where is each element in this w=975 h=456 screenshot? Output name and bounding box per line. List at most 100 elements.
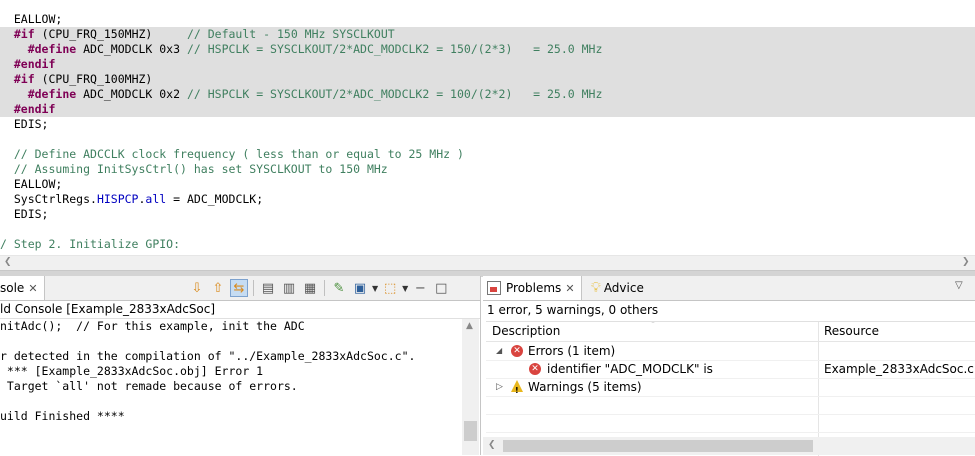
- tab-console[interactable]: sole ✕: [0, 276, 45, 300]
- display-selected-console-icon[interactable]: ▣: [351, 279, 369, 297]
- column-header-description[interactable]: Description: [492, 322, 560, 341]
- code-token: #if: [13, 27, 35, 41]
- show-console-icon[interactable]: ▤: [259, 279, 277, 297]
- problems-tab-bar: Problems ✕ 💡︎ Advice ▽: [483, 276, 975, 301]
- code-line[interactable]: EDIS;: [0, 117, 975, 132]
- code-token: #define: [27, 87, 77, 101]
- code-line[interactable]: / Step 2. Initialize GPIO:: [0, 237, 975, 252]
- column-header-resource[interactable]: Resource: [824, 322, 879, 341]
- code-token: ADC_MODCLK 0x2: [76, 87, 187, 101]
- next-arrow-down-icon[interactable]: ⇩: [188, 279, 206, 297]
- table-row-empty: [486, 414, 975, 433]
- code-token: EALLOW;: [0, 12, 63, 26]
- code-token: HISPCP: [96, 192, 139, 206]
- open-console-icon[interactable]: ⬚: [381, 279, 399, 297]
- expand-down-icon[interactable]: ◢: [496, 342, 502, 360]
- code-token: ADC_MODCLK 0x3: [76, 42, 187, 56]
- problems-summary: 1 error, 5 warnings, 0 others: [487, 303, 659, 317]
- code-line[interactable]: [0, 132, 975, 147]
- code-token: EALLOW;: [0, 177, 63, 191]
- code-token: #if: [13, 72, 35, 86]
- table-row-error-item[interactable]: ✕ identifier "ADC_MODCLK" is Example_283…: [486, 360, 975, 379]
- console-tab-bar: sole ✕ ⇩ ⇧ ⇆ ▤ ▥ ▦ ✎ ▣ ▼ ⬚ ▼ − □: [0, 276, 480, 301]
- console-vertical-scrollbar[interactable]: ▲: [462, 319, 479, 455]
- code-line[interactable]: [0, 222, 975, 237]
- code-line[interactable]: // Assuming InitSysCtrl() has set SYSCLK…: [0, 162, 975, 177]
- close-icon[interactable]: ✕: [28, 282, 37, 295]
- code-line[interactable]: #if (CPU_FRQ_150MHZ) // Default - 150 MH…: [0, 27, 975, 42]
- console-toolbar: ⇩ ⇧ ⇆ ▤ ▥ ▦ ✎ ▣ ▼ ⬚ ▼ − □: [188, 279, 450, 297]
- code-token: (CPU_FRQ_150MHZ): [34, 27, 187, 41]
- problems-horizontal-scrollbar[interactable]: ❮: [483, 437, 975, 455]
- code-token: = ADC_MODCLK;: [166, 192, 264, 206]
- table-header: Description ˄ Resource: [486, 322, 975, 342]
- lightbulb-icon: 💡︎: [591, 280, 601, 296]
- expand-right-icon[interactable]: ▷: [496, 378, 503, 396]
- copy-build-log-icon[interactable]: ▥: [280, 279, 298, 297]
- warnings-group-label: Warnings (5 items): [528, 380, 642, 394]
- console-line: *** [Example_2833xAdcSoc.obj] Error 1: [0, 364, 264, 378]
- tab-advice[interactable]: 💡︎ Advice: [587, 276, 648, 300]
- toolbar-separator: [253, 280, 254, 296]
- code-editor[interactable]: EALLOW; #if (CPU_FRQ_150MHZ) // Default …: [0, 0, 975, 255]
- error-icon: ✕: [511, 345, 523, 357]
- maximize-icon[interactable]: □: [432, 279, 450, 297]
- code-line[interactable]: EDIS;: [0, 207, 975, 222]
- tab-problems[interactable]: Problems ✕: [483, 276, 582, 300]
- chevron-down-icon[interactable]: ▼: [402, 284, 408, 293]
- code-line[interactable]: #define ADC_MODCLK 0x3 // HSPCLK = SYSCL…: [0, 42, 975, 57]
- errors-group-label: Errors (1 item): [528, 344, 616, 358]
- code-token: // Define ADCCLK clock frequency ( less …: [13, 147, 464, 161]
- scroll-up-arrow-icon[interactable]: ▲: [466, 321, 473, 331]
- console-line: uild Finished ****: [0, 409, 125, 423]
- error-icon: ✕: [529, 363, 541, 375]
- minimize-icon[interactable]: −: [411, 279, 429, 297]
- sort-indicator-icon: ˄: [651, 321, 655, 329]
- tab-problems-label: Problems: [506, 281, 562, 295]
- code-token: SysCtrlRegs.: [0, 192, 97, 206]
- console-title: ld Console [Example_2833xAdcSoc]: [0, 301, 480, 319]
- link-with-editor-icon[interactable]: ⇆: [230, 279, 248, 297]
- pin-console-icon[interactable]: ✎: [330, 279, 348, 297]
- table-row-warnings-group[interactable]: ▷ ! Warnings (5 items): [486, 378, 975, 397]
- scroll-left-arrow-icon[interactable]: ❮: [488, 440, 496, 450]
- scrollbar-thumb[interactable]: [503, 440, 813, 452]
- code-token: / Step 2. Initialize GPIO:: [0, 237, 181, 251]
- code-token: // Assuming InitSysCtrl() has set SYSCLK…: [13, 162, 388, 176]
- console-output[interactable]: nitAdc(); // For this example, init the …: [0, 319, 462, 455]
- table-row-errors-group[interactable]: ◢ ✕ Errors (1 item): [486, 342, 975, 361]
- code-token: // HSPCLK = SYSCLKOUT/2*ADC_MODCLK2 = 15…: [186, 42, 603, 56]
- clear-console-icon[interactable]: ▦: [301, 279, 319, 297]
- code-line[interactable]: SysCtrlRegs.HISPCP.all = ADC_MODCLK;: [0, 192, 975, 207]
- view-menu-icon[interactable]: ▽: [955, 280, 963, 291]
- code-token: #endif: [13, 102, 56, 116]
- error-description: identifier "ADC_MODCLK" is: [547, 362, 713, 376]
- code-line[interactable]: EALLOW;: [0, 12, 975, 27]
- close-icon[interactable]: ✕: [565, 282, 574, 295]
- toolbar-separator: [324, 280, 325, 296]
- chevron-down-icon[interactable]: ▼: [372, 284, 378, 293]
- scrollbar-thumb[interactable]: [464, 421, 477, 441]
- editor-horizontal-scrollbar[interactable]: ❮ ❯: [0, 255, 975, 270]
- code-token: // HSPCLK = SYSCLKOUT/2*ADC_MODCLK2 = 10…: [186, 87, 603, 101]
- code-line[interactable]: #endif: [0, 57, 975, 72]
- code-line[interactable]: EALLOW;: [0, 177, 975, 192]
- scroll-right-arrow-icon[interactable]: ❯: [962, 257, 970, 267]
- code-line[interactable]: #define ADC_MODCLK 0x2 // HSPCLK = SYSCL…: [0, 87, 975, 102]
- scroll-left-arrow-icon[interactable]: ❮: [4, 257, 12, 267]
- tab-advice-label: Advice: [603, 281, 644, 295]
- previous-arrow-up-icon[interactable]: ⇧: [209, 279, 227, 297]
- code-line[interactable]: #if (CPU_FRQ_100MHZ): [0, 72, 975, 87]
- console-line: nitAdc(); // For this example, init the …: [0, 319, 305, 333]
- problems-table: Description ˄ Resource ◢ ✕ Errors (1 ite…: [486, 321, 975, 456]
- code-line[interactable]: #endif: [0, 102, 975, 117]
- console-line: r detected in the compilation of "../Exa…: [0, 349, 416, 363]
- code-line[interactable]: // Define ADCCLK clock frequency ( less …: [0, 147, 975, 162]
